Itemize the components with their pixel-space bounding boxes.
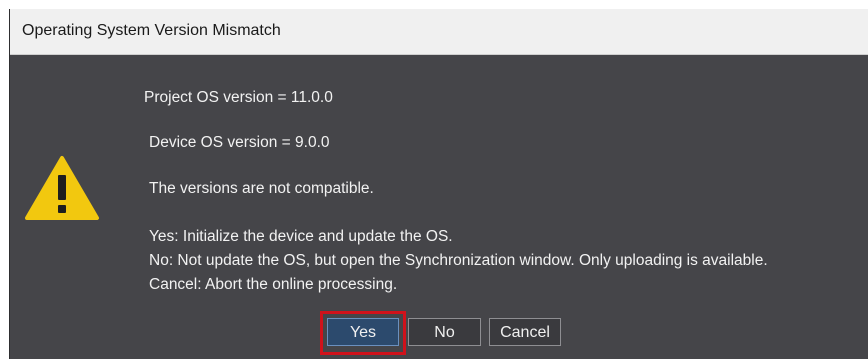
cancel-description-text: Cancel: Abort the online processing. [149,276,398,293]
dialog-title: Operating System Version Mismatch [22,22,281,39]
os-version-mismatch-dialog: Operating System Version Mismatch Projec… [9,9,868,359]
project-os-version-text: Project OS version = 11.0.0 [144,89,333,106]
dialog-titlebar[interactable]: Operating System Version Mismatch [10,9,868,55]
warning-triangle-icon [25,156,99,220]
no-description-text: No: Not update the OS, but open the Sync… [149,252,768,269]
not-compatible-text: The versions are not compatible. [149,180,374,197]
device-os-version-text: Device OS version = 9.0.0 [149,134,330,151]
no-button[interactable]: No [408,318,481,346]
yes-button[interactable]: Yes [327,318,399,346]
yes-description-text: Yes: Initialize the device and update th… [149,228,453,245]
cancel-button[interactable]: Cancel [489,318,561,346]
